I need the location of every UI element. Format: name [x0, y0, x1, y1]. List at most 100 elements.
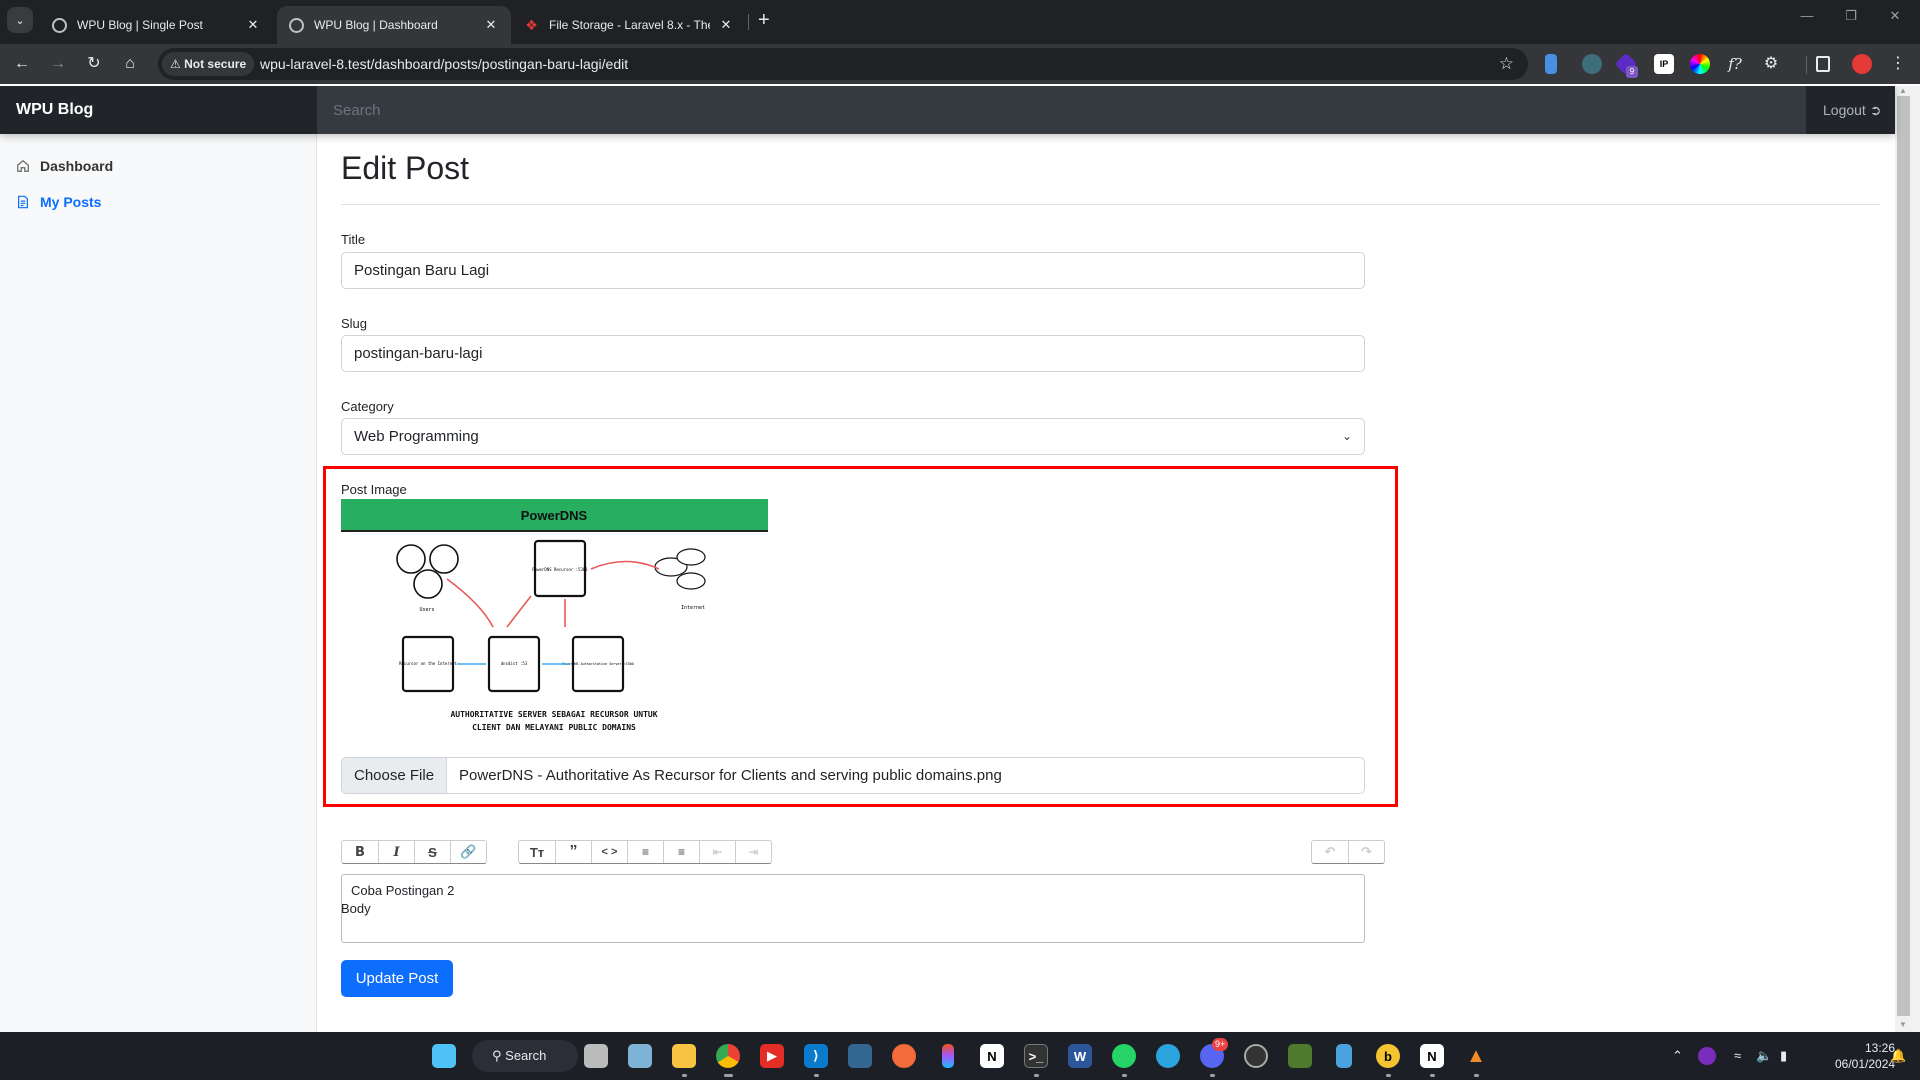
quote-button[interactable]: ” — [555, 841, 591, 863]
undo-button[interactable]: ↶ — [1312, 841, 1348, 863]
taskbar-search[interactable]: ⚲ Search — [472, 1040, 578, 1072]
slug-input[interactable]: postingan-baru-lagi — [341, 335, 1365, 372]
bookmark-star-icon[interactable]: ☆ — [1499, 48, 1514, 80]
sidebar-item-dashboard[interactable]: Dashboard — [16, 158, 113, 174]
decrease-indent-button[interactable]: ⇤ — [699, 841, 735, 863]
powerdns-diagram: PowerDNS Users PowerDNS Recursor :5301 I… — [341, 499, 768, 732]
side-panel-icon[interactable] — [1816, 56, 1830, 72]
notification-bell-icon[interactable]: 🔔 — [1890, 1032, 1906, 1080]
numbered-list-button[interactable]: ≡ — [663, 841, 699, 863]
bullet-list-button[interactable]: ≡ — [627, 841, 663, 863]
close-icon[interactable]: ✕ — [483, 17, 499, 33]
task-view-icon[interactable] — [584, 1044, 608, 1068]
close-icon[interactable]: ✕ — [245, 17, 261, 33]
obs-icon[interactable] — [1244, 1044, 1268, 1068]
volume-icon[interactable]: 🔈 — [1756, 1032, 1772, 1080]
choose-file-button[interactable]: Choose File — [342, 758, 448, 793]
logout-button[interactable]: Logout ➲ — [1806, 86, 1895, 134]
post-image-file-input[interactable]: Choose File PowerDNS - Authoritative As … — [341, 757, 1365, 794]
vlc-icon[interactable]: ▲ — [1464, 1044, 1488, 1068]
new-tab-button[interactable]: + — [758, 8, 770, 32]
brand-logo[interactable]: WPU Blog — [16, 86, 93, 134]
battery-icon[interactable]: ▮ — [1780, 1032, 1787, 1080]
windows-start-icon[interactable] — [432, 1044, 456, 1068]
code-icon: < > — [601, 846, 618, 858]
terminal-icon[interactable]: >_ — [1024, 1044, 1048, 1068]
extension-icon-docs[interactable] — [1545, 54, 1557, 74]
vscode-icon[interactable]: ⟩ — [804, 1044, 828, 1068]
category-select[interactable]: Web Programming ⌄ — [341, 418, 1365, 455]
diagram-node-authoritative: PowerDNS Authoritative Server :5300 — [562, 662, 633, 666]
close-window-button[interactable]: ✕ — [1880, 8, 1910, 24]
extension-icon-font[interactable]: f? — [1725, 54, 1745, 74]
url-text[interactable]: wpu-laravel-8.test/dashboard/posts/posti… — [260, 48, 628, 80]
whatsapp-icon[interactable] — [1112, 1044, 1136, 1068]
back-button[interactable]: ← — [11, 53, 33, 75]
word-icon[interactable]: W — [1068, 1044, 1092, 1068]
security-chip[interactable]: ⚠ Not secure — [162, 52, 255, 76]
body-editor[interactable]: Coba Postingan 2 — [341, 874, 1365, 943]
notion-icon[interactable]: N — [980, 1044, 1004, 1068]
italic-icon: I — [393, 844, 400, 860]
file-explorer-icon[interactable] — [672, 1044, 696, 1068]
close-icon[interactable]: ✕ — [718, 17, 734, 33]
tree-app-icon[interactable] — [1288, 1044, 1312, 1068]
diagram-caption-line1: AUTHORITATIVE SERVER SEBAGAI RECURSOR UN… — [450, 710, 657, 719]
title-input[interactable]: Postingan Baru Lagi — [341, 252, 1365, 289]
scroll-down-icon[interactable]: ▼ — [1899, 1020, 1907, 1029]
tab-file-storage[interactable]: ❖ File Storage - Laravel 8.x - The P ✕ — [512, 6, 746, 44]
tab-single-post[interactable]: WPU Blog | Single Post ✕ — [40, 6, 273, 44]
increase-indent-button[interactable]: ⇥ — [735, 841, 771, 863]
postman-icon[interactable] — [892, 1044, 916, 1068]
code-button[interactable]: < > — [591, 841, 627, 863]
tab-search-button[interactable]: ⌄ — [7, 7, 33, 33]
italic-button[interactable]: I — [378, 841, 414, 863]
system-clock[interactable]: 13:26 06/01/2024 — [1835, 1040, 1895, 1072]
scrollbar-thumb[interactable] — [1897, 96, 1910, 1016]
notion-icon-2[interactable]: N — [1420, 1044, 1444, 1068]
minimize-button[interactable]: — — [1792, 8, 1822, 23]
forward-button[interactable]: → — [47, 53, 69, 75]
reload-button[interactable]: ↻ — [83, 53, 105, 75]
extensions-puzzle-icon[interactable]: ⚙ — [1761, 54, 1781, 74]
text-tools-group: B I S 🔗 — [341, 840, 487, 864]
postgresql-icon[interactable] — [848, 1044, 872, 1068]
page-scrollbar[interactable]: ▲ ▼ — [1895, 86, 1920, 1032]
address-bar[interactable]: ⚠ Not secure wpu-laravel-8.test/dashboar… — [158, 48, 1528, 80]
strikethrough-icon: S — [428, 844, 437, 860]
more-menu-icon[interactable]: ⋮ — [1888, 54, 1908, 74]
search-input[interactable] — [317, 86, 1806, 134]
update-post-button[interactable]: Update Post — [341, 960, 453, 997]
globe-icon — [289, 17, 304, 33]
extension-icon-color[interactable] — [1690, 54, 1710, 74]
tray-app-icon[interactable] — [1698, 1047, 1716, 1065]
extension-icon-ip[interactable]: IP — [1654, 54, 1674, 74]
tab-dashboard[interactable]: WPU Blog | Dashboard ✕ — [277, 6, 511, 44]
resource-monitor-icon[interactable] — [628, 1044, 652, 1068]
top-navbar: WPU Blog Logout ➲ — [0, 86, 1895, 134]
extension-icon-spy[interactable] — [1582, 54, 1602, 74]
undo-icon: ↶ — [1324, 844, 1336, 859]
heading-button[interactable]: Tᴛ — [519, 841, 555, 863]
diagram-caption-line2: CLIENT DAN MELAYANI PUBLIC DOMAINS — [472, 723, 636, 732]
wifi-icon[interactable]: ≈ — [1734, 1032, 1741, 1080]
restore-button[interactable]: ❐ — [1836, 8, 1866, 24]
tab-title: WPU Blog | Single Post — [77, 18, 203, 32]
link-button[interactable]: 🔗 — [450, 841, 486, 863]
bitwarden-like-icon[interactable]: b — [1376, 1044, 1400, 1068]
youtube-icon[interactable]: ▶ — [760, 1044, 784, 1068]
bold-button[interactable]: B — [342, 841, 378, 863]
strikethrough-button[interactable]: S — [414, 841, 450, 863]
profile-avatar[interactable] — [1852, 54, 1872, 74]
tray-overflow-chevron-icon[interactable]: ⌃ — [1672, 1032, 1683, 1080]
home-button[interactable]: ⌂ — [119, 53, 141, 75]
telegram-icon[interactable] — [1156, 1044, 1180, 1068]
figma-icon[interactable] — [942, 1044, 954, 1068]
scroll-up-icon[interactable]: ▲ — [1899, 86, 1907, 95]
diagram-node-users: Users — [419, 607, 434, 613]
chrome-icon[interactable] — [716, 1044, 740, 1068]
sidebar-item-my-posts[interactable]: My Posts — [16, 194, 101, 210]
notepad-icon[interactable] — [1336, 1044, 1352, 1068]
home-icon: ⌂ — [125, 55, 135, 72]
redo-button[interactable]: ↷ — [1348, 841, 1384, 863]
